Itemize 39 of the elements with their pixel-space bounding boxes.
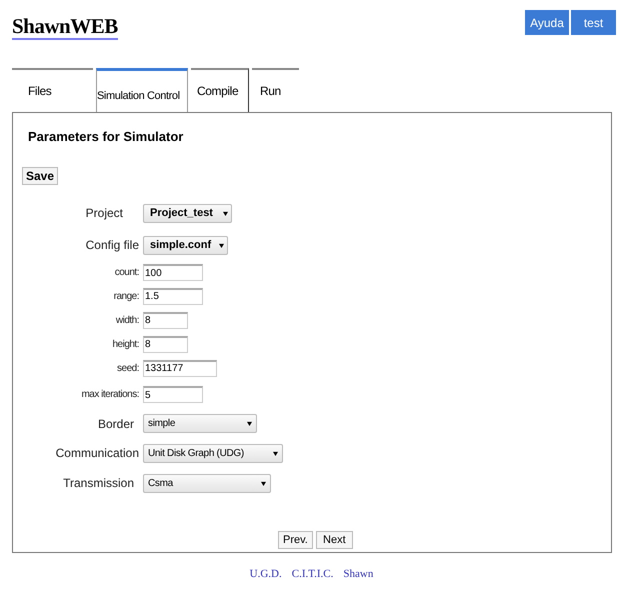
- dropdown[interactable]: Csma: [143, 474, 271, 492]
- save-button[interactable]: Save: [22, 167, 58, 185]
- field-label: height:: [112, 338, 139, 350]
- text-field[interactable]: 8: [143, 336, 188, 352]
- field-label: max iterations:: [81, 389, 139, 400]
- footer-link[interactable]: C.I.T.I.C.: [292, 568, 334, 580]
- logo-link[interactable]: ShawnWEB: [12, 14, 118, 40]
- text-field[interactable]: 1331177: [143, 360, 217, 376]
- next-button[interactable]: Next: [316, 531, 353, 549]
- caret-icon: [273, 450, 278, 456]
- user-button[interactable]: test: [571, 10, 616, 35]
- tab[interactable]: Simulation Control: [96, 68, 188, 112]
- panel-title: Parameters for Simulator: [28, 129, 184, 144]
- footer-link[interactable]: U.G.D.: [250, 568, 282, 580]
- field-label: Transmission: [63, 476, 134, 490]
- caret-icon: [219, 242, 224, 248]
- footer-link[interactable]: Shawn: [343, 568, 374, 580]
- field-label: range:: [114, 290, 139, 302]
- text-field[interactable]: 8: [143, 312, 188, 328]
- previous-button[interactable]: Prev.: [278, 531, 313, 549]
- field-label: seed:: [117, 362, 139, 374]
- field-label: width:: [116, 314, 139, 326]
- caret-icon: [247, 421, 252, 426]
- field-label: Config file: [86, 238, 139, 252]
- text-field[interactable]: 100: [143, 264, 203, 281]
- caret-icon: [261, 480, 266, 486]
- dropdown[interactable]: Unit Disk Graph (UDG): [143, 444, 283, 462]
- text-field[interactable]: 5: [143, 386, 203, 403]
- field-label: Communication: [56, 446, 139, 460]
- dropdown[interactable]: simple: [143, 414, 257, 433]
- dropdown[interactable]: Project_test: [143, 204, 232, 222]
- field-label: count:: [114, 267, 139, 278]
- help-button[interactable]: Ayuda: [525, 10, 569, 35]
- dropdown[interactable]: simple.conf: [143, 236, 228, 254]
- field-label: Border: [98, 416, 134, 430]
- text-field[interactable]: 1.5: [143, 288, 203, 304]
- caret-icon: [223, 210, 228, 216]
- field-label: Project: [86, 206, 123, 220]
- tab[interactable]: Compile: [191, 68, 249, 112]
